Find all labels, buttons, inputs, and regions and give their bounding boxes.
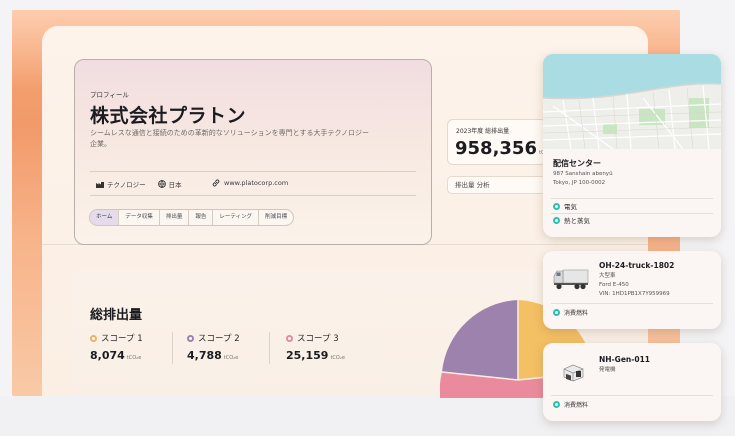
- website-meta[interactable]: www.platocorp.com: [212, 179, 288, 187]
- facility-divider: [551, 213, 713, 214]
- scope-1-value-row: 8,074 tCO₂e: [90, 349, 143, 362]
- emissions-analysis-button[interactable]: 排出量 分析: [447, 176, 547, 194]
- scope-1-dot: [90, 334, 97, 342]
- scope-3-label-row: スコープ 3: [286, 332, 345, 344]
- asset-divider: [551, 395, 713, 396]
- asset-type: 発電機: [599, 367, 616, 373]
- scope-3: スコープ 3 25,159 tCO₂e: [286, 332, 345, 362]
- asset-fuel-label: 消費燃料: [564, 310, 589, 317]
- asset-name: NH-Gen-011: [599, 355, 651, 364]
- scope-2: スコープ 2 4,788 tCO₂e: [187, 332, 240, 362]
- facility-map[interactable]: [543, 54, 721, 149]
- asset-details: 大型車 Ford E-450 VIN: 1HD1PB1X7Y959969: [599, 272, 670, 299]
- scope-2-unit: tCO₂e: [223, 355, 239, 361]
- asset-fuel: 消費燃料: [553, 308, 588, 317]
- website-link[interactable]: www.platocorp.com: [224, 179, 288, 187]
- asset-divider: [551, 303, 713, 304]
- scope-3-value: 25,159: [286, 349, 329, 362]
- asset-vin: VIN: 1HD1PB1X7Y959969: [599, 291, 670, 297]
- fuel-electricity-label: 電気: [564, 203, 577, 211]
- fuel-status-dot: [553, 401, 560, 408]
- meta-divider-top: [90, 171, 416, 172]
- tab-home[interactable]: ホーム: [90, 210, 120, 225]
- asset-fuel-label: 消費燃料: [564, 402, 589, 409]
- scope-2-label: スコープ 2: [198, 334, 240, 344]
- scope-1-value: 8,074: [90, 349, 125, 362]
- facility-divider: [551, 198, 713, 199]
- profile-eyebrow: プロフィール: [90, 91, 129, 99]
- scope-2-value: 4,788: [187, 349, 222, 362]
- country-label: 日本: [168, 181, 182, 189]
- generator-icon: [563, 364, 584, 382]
- scope-separator: [269, 332, 270, 364]
- scope-3-unit: tCO₂e: [330, 355, 345, 361]
- facility-address: 987 Sanshain abenyū Tokyo, JP 100-0002: [553, 170, 613, 188]
- scope-separator: [172, 332, 173, 364]
- asset-type: 大型車: [599, 273, 616, 279]
- facility-name: 配信センター: [553, 159, 601, 168]
- meta-divider-bottom: [90, 195, 416, 196]
- tab-rating[interactable]: レーティング: [213, 210, 260, 225]
- tab-reduction-targets[interactable]: 削減目標: [259, 210, 293, 225]
- link-icon: [212, 179, 220, 187]
- fuel-heat-steam-label: 熱と蒸気: [564, 217, 590, 225]
- truck-icon: [553, 269, 589, 290]
- tab-data-collection[interactable]: データ収集: [119, 210, 160, 225]
- industry-meta: テクノロジー: [96, 179, 146, 189]
- pie-slice-scope-2: [442, 300, 518, 380]
- fuel-status-dot: [553, 309, 560, 316]
- scope-1-unit: tCO₂e: [126, 355, 142, 361]
- company-name: 株式会社プラトン: [90, 105, 247, 127]
- tab-reports[interactable]: 報告: [189, 210, 214, 225]
- fuel-heat-steam: 熱と蒸気: [553, 215, 590, 225]
- asset-fuel: 消費燃料: [553, 400, 588, 409]
- emissions-title: 総排出量: [90, 308, 143, 323]
- company-description: シームレスな通信と接続のための革新的なソリューションを専門とする大手テクノロジー…: [90, 129, 370, 148]
- total-emissions-value: 958,356tCO₂e: [455, 138, 553, 159]
- facility-card[interactable]: 配信センター 987 Sanshain abenyū Tokyo, JP 100…: [543, 54, 721, 237]
- total-emissions-card: 2023年度 総排出量 958,356tCO₂e: [447, 119, 553, 165]
- asset-model: Ford E-450: [599, 282, 629, 288]
- profile-tabs: ホーム データ収集 排出量 報告 レーティング 削減目標: [89, 209, 295, 226]
- total-emissions-label: 2023年度 総排出量: [456, 128, 510, 135]
- company-meta: テクノロジー 日本: [96, 179, 194, 189]
- country-meta: 日本: [157, 179, 182, 189]
- fuel-status-dot: [553, 202, 560, 210]
- scope-2-value-row: 4,788 tCO₂e: [187, 349, 240, 362]
- scope-3-value-row: 25,159 tCO₂e: [286, 349, 345, 362]
- asset-card-generator[interactable]: NH-Gen-011 発電機 消費燃料: [543, 343, 721, 421]
- globe-icon: [157, 180, 166, 188]
- fuel-status-dot: [553, 216, 560, 224]
- industry-label: テクノロジー: [107, 181, 146, 189]
- scope-1: スコープ 1 8,074 tCO₂e: [90, 332, 143, 362]
- scope-2-dot: [187, 334, 194, 342]
- scope-3-label: スコープ 3: [297, 334, 339, 344]
- fuel-electricity: 電気: [553, 201, 577, 211]
- total-emissions-number: 958,356: [455, 138, 537, 159]
- tab-emissions[interactable]: 排出量: [160, 210, 190, 225]
- factory-icon: [96, 182, 104, 188]
- scope-2-label-row: スコープ 2: [187, 332, 240, 344]
- asset-card-truck[interactable]: OH-24-truck-1802 大型車 Ford E-450 VIN: 1HD…: [543, 251, 721, 329]
- scope-1-label: スコープ 1: [101, 334, 143, 344]
- facility-address-line1: 987 Sanshain abenyū: [553, 171, 613, 177]
- facility-address-line2: Tokyo, JP 100-0002: [553, 180, 606, 186]
- scope-1-label-row: スコープ 1: [90, 332, 143, 344]
- scope-3-dot: [286, 334, 293, 342]
- asset-name: OH-24-truck-1802: [599, 261, 675, 270]
